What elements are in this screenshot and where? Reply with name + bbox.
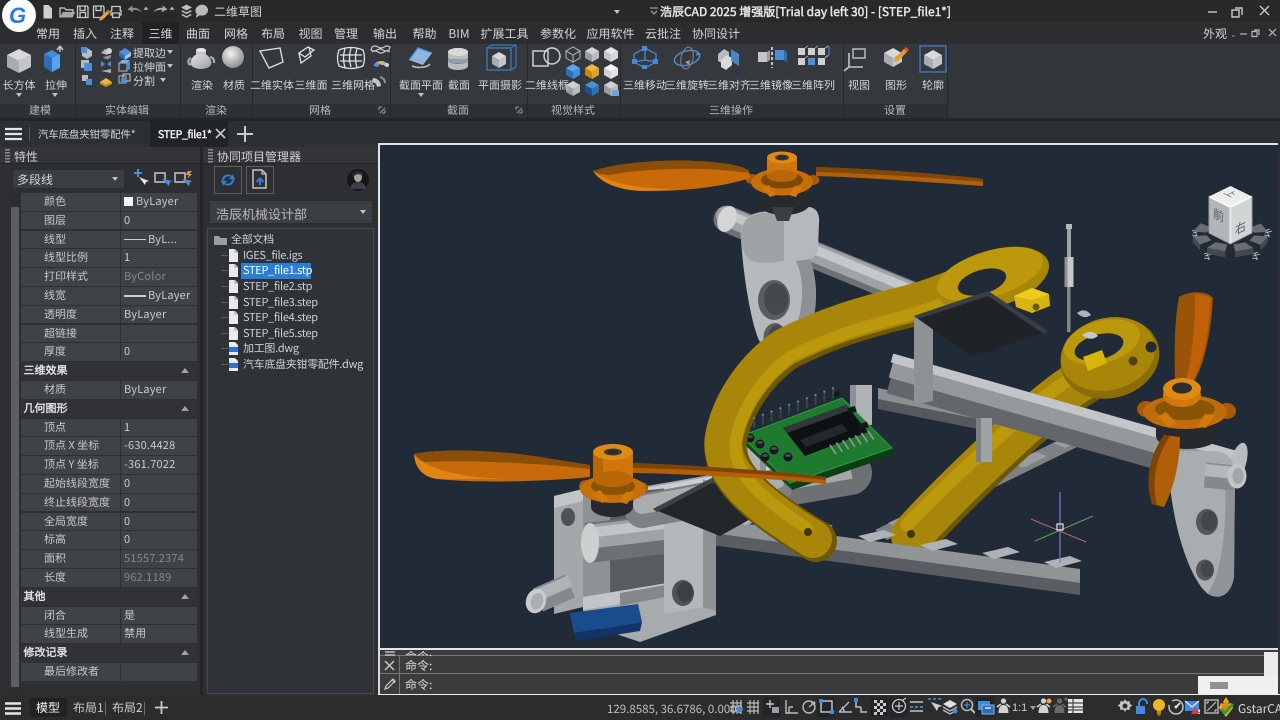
svg-text:1:1: 1:1 <box>1012 702 1027 714</box>
svg-text:G: G <box>9 3 26 28</box>
